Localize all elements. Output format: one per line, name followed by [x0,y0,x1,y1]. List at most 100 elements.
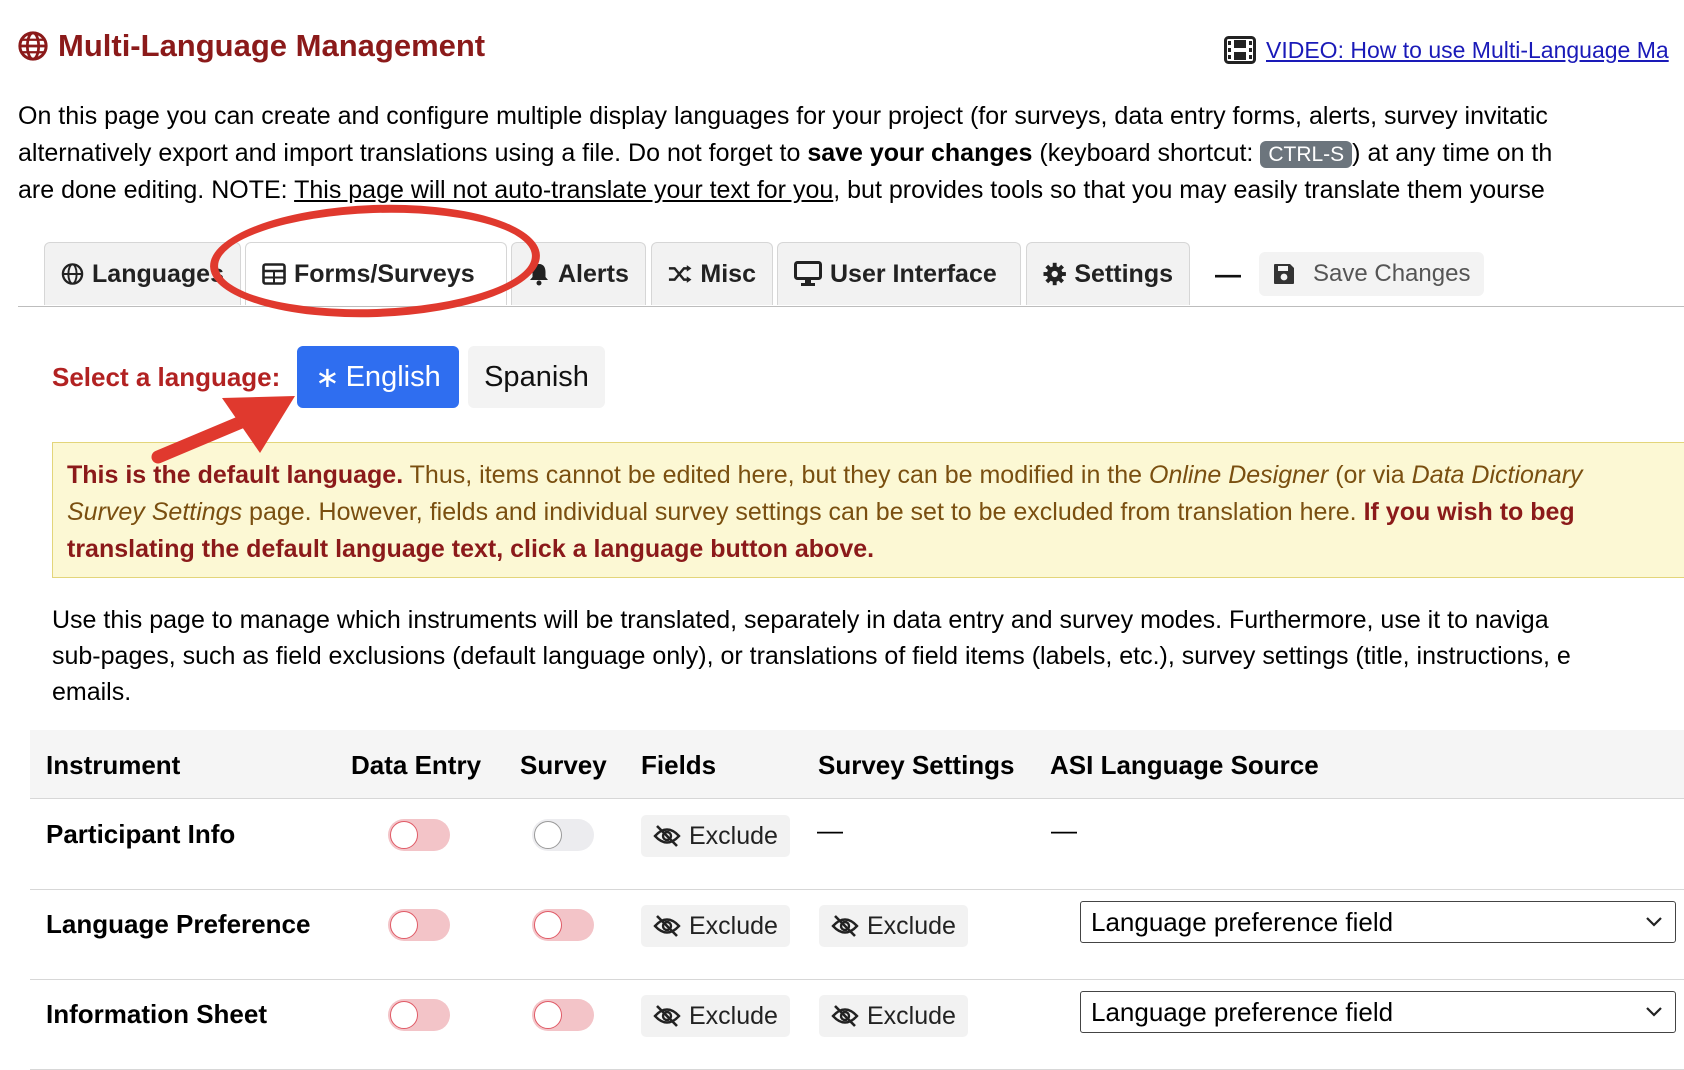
eye-slash-icon [653,825,681,847]
tab-label: Settings [1074,259,1173,288]
data-entry-toggle[interactable] [388,909,450,941]
exclude-label: Exclude [867,1001,956,1030]
video-link[interactable]: VIDEO: How to use Multi-Language Ma [1224,36,1669,64]
usage-paragraph: Use this page to manage which instrument… [52,602,1684,710]
instrument-name: Information Sheet [46,999,268,1029]
warning-italic: Online Designer [1149,461,1329,489]
usage-line: emails. [52,678,132,706]
default-asterisk-icon: ∗ [315,361,340,394]
page-title: Multi-Language Management [18,28,485,64]
warning-text: Thus, items cannot be edited here, but t… [403,461,1150,489]
intro-bold: save your changes [807,139,1033,167]
toggle-knob [390,911,418,939]
toggle-knob [534,821,562,849]
usage-line: Use this page to manage which instrument… [52,606,1549,634]
toggle-knob [390,1001,418,1029]
asi-source-empty: — [1051,815,1077,845]
intro-text: (keyboard shortcut: [1032,139,1261,167]
data-entry-toggle[interactable] [388,819,450,851]
tab-misc[interactable]: Misc [651,242,773,305]
fields-exclude-button[interactable]: Exclude [641,995,790,1037]
shuffle-icon [668,265,692,283]
survey-toggle[interactable] [532,909,594,941]
video-link-text[interactable]: VIDEO: How to use Multi-Language Ma [1266,37,1669,64]
table-header: Instrument Data Entry Survey Fields Surv… [30,730,1684,799]
tab-label: Misc [700,259,756,288]
survey-toggle[interactable] [532,819,594,851]
page-title-text: Multi-Language Management [58,28,486,63]
fields-exclude-button[interactable]: Exclude [641,815,790,857]
warning-text: page. However, fields and individual sur… [242,498,1364,526]
toolbar-save-area: — Save Changes [1215,252,1485,296]
toolbar-separator: — [1215,258,1241,289]
language-button-english[interactable]: ∗ English [297,346,459,408]
toggle-knob [534,911,562,939]
eye-slash-icon [831,1005,859,1027]
intro-line-2: alternatively export and import translat… [18,135,1684,172]
exclude-label: Exclude [867,911,956,940]
intro-line-1: On this page you can create and configur… [18,102,1548,130]
warning-italic: Data Dictionary [1411,461,1583,489]
eye-slash-icon [831,915,859,937]
exclude-label: Exclude [689,821,778,850]
eye-slash-icon [653,915,681,937]
language-button-spanish[interactable]: Spanish [468,346,605,408]
select-value: Language preference field [1091,996,1394,1027]
exclude-label: Exclude [689,1001,778,1030]
warning-bold: If you wish to beg [1363,498,1575,526]
floppy-disk-icon [1274,264,1294,284]
chevron-down-icon [1646,1007,1662,1017]
survey-settings-exclude-button[interactable]: Exclude [819,995,968,1037]
intro-underlined: This page will not auto-translate your t… [294,176,834,204]
column-header-fields: Fields [641,750,717,780]
intro-paragraph: On this page you can create and configur… [18,98,1684,209]
keyboard-shortcut-badge: CTRL-S [1260,141,1353,168]
column-header-survey: Survey [520,750,607,780]
monitor-icon [794,261,822,286]
gear-icon [1043,262,1066,286]
intro-text: ) at any time on th [1352,139,1553,167]
warning-line-1: This is the default language. Thus, item… [67,457,1684,494]
language-button-label: Spanish [484,360,589,393]
warning-text: (or via [1328,461,1412,489]
column-header-asi-language-source: ASI Language Source [1050,750,1319,780]
film-icon [1224,36,1256,64]
language-button-label: English [345,360,441,393]
data-entry-toggle[interactable] [388,999,450,1031]
survey-settings-exclude-button[interactable]: Exclude [819,905,968,947]
fields-exclude-button[interactable]: Exclude [641,905,790,947]
chevron-down-icon [1646,917,1662,927]
warning-bold: This is the default language. [67,461,404,489]
warning-bold: translating the default language text, c… [67,535,875,563]
column-header-survey-settings: Survey Settings [818,750,1015,780]
warning-line-2: Survey Settings page. However, fields an… [67,494,1684,531]
eye-slash-icon [653,1005,681,1027]
tab-label: Languages [92,259,224,288]
tab-settings[interactable]: Settings [1026,242,1190,305]
table-row: Participant Info Exclude — — [30,799,1684,890]
globe-icon [61,263,84,285]
annotation-arrow [151,396,295,464]
tab-label: Alerts [558,259,629,288]
usage-line: sub-pages, such as field exclusions (def… [52,642,1571,670]
column-header-instrument: Instrument [46,750,181,780]
tab-user-interface[interactable]: User Interface [777,242,1021,305]
table-row: Information Sheet Exclude Exclude Langua… [30,979,1684,1070]
survey-toggle[interactable] [532,999,594,1031]
save-changes-button[interactable]: Save Changes [1259,252,1485,296]
asi-language-source-select[interactable]: Language preference field [1080,991,1676,1033]
intro-text: alternatively export and import translat… [18,139,808,167]
intro-line-3: are done editing. NOTE: This page will n… [18,172,1684,209]
toggle-knob [390,821,418,849]
survey-settings-empty: — [817,815,843,845]
asi-language-source-select[interactable]: Language preference field [1080,901,1676,943]
column-header-data-entry: Data Entry [351,750,482,780]
table-row: Language Preference Exclude Exclude Lang… [30,889,1684,980]
warning-line-3: translating the default language text, c… [67,531,1684,568]
instrument-name: Language Preference [46,909,311,939]
save-changes-label: Save Changes [1313,260,1471,287]
warning-italic: Survey Settings [67,498,243,526]
globe-icon [18,31,48,61]
select-value: Language preference field [1091,906,1394,937]
exclude-label: Exclude [689,911,778,940]
